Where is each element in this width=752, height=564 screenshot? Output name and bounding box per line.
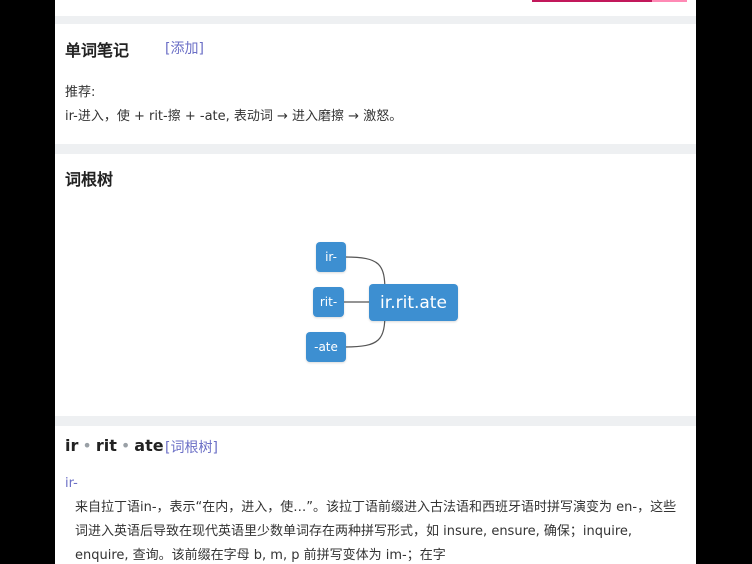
top-accent-bar-light xyxy=(652,0,687,2)
prefix-description: 来自拉丁语in-，表示“在内，进入，使…”。该拉丁语前缀进入古法语和西班牙语时拼… xyxy=(75,500,677,563)
root-node-rit[interactable]: rit- xyxy=(313,287,344,317)
top-strip xyxy=(55,0,696,16)
recommend-label: 推荐: xyxy=(65,85,96,100)
part-ir: ir xyxy=(65,436,79,455)
word-notes-title: 单词笔记 xyxy=(65,41,130,60)
root-node-ate[interactable]: -ate xyxy=(306,332,346,362)
root-node-ir[interactable]: ir- xyxy=(316,242,346,272)
separator-dot: • xyxy=(82,436,92,455)
add-note-link[interactable]: [添加] xyxy=(165,38,204,58)
word-root-tree-card: 词根树 ir- rit- -ate ir.rit.ate xyxy=(55,154,696,416)
root-word-node[interactable]: ir.rit.ate xyxy=(369,284,458,321)
word-breakdown: ir • rit • ate xyxy=(65,436,164,455)
word-notes-card: 单词笔记 [添加] 推荐: ir-进入，使 + rit-擦 + -ate, 表动… xyxy=(55,24,696,144)
app-screen: 单词笔记 [添加] 推荐: ir-进入，使 + rit-擦 + -ate, 表动… xyxy=(55,0,696,564)
root-tree-link[interactable]: [词根树] xyxy=(165,437,218,457)
separator-dot: • xyxy=(120,436,131,455)
part-rit: rit xyxy=(95,436,117,455)
etymology-card: ir • rit • ate [词根树] ir- 来自拉丁语in-，表示“在内，进入，使… xyxy=(55,426,696,564)
part-ate: ate xyxy=(134,436,164,455)
prefix-label[interactable]: ir- xyxy=(65,476,78,491)
recommend-text: ir-进入，使 + rit-擦 + -ate, 表动词 → 进入磨擦 → 激怒。 xyxy=(65,109,403,124)
